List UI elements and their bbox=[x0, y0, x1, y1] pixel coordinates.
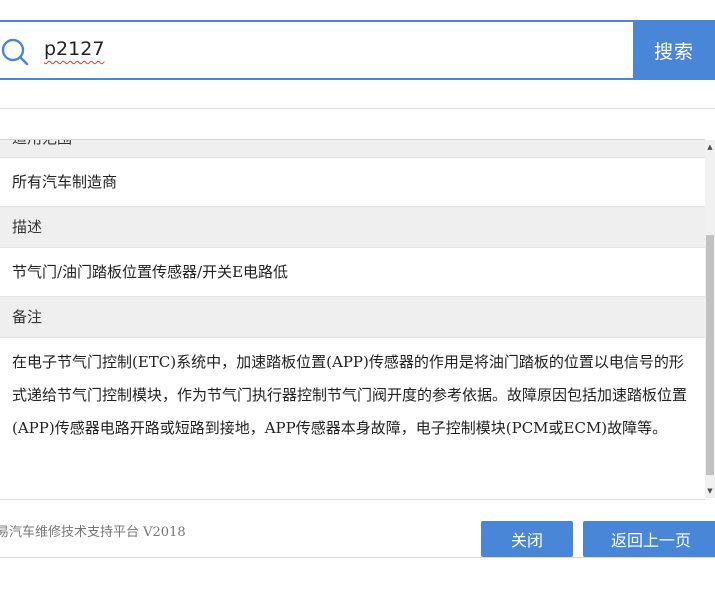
scope-value: 所有汽车制造商 bbox=[0, 158, 705, 206]
close-button[interactable]: 关闭 bbox=[481, 521, 573, 557]
platform-version-text: 易汽车维修技术支持平台 V2018 bbox=[0, 525, 186, 540]
description-value: 节气门/油门踏板位置传感器/开关E电路低 bbox=[0, 248, 705, 296]
description-heading: 描述 bbox=[0, 206, 705, 248]
back-button[interactable]: 返回上一页 bbox=[583, 521, 715, 557]
remarks-heading: 备注 bbox=[0, 296, 705, 338]
divider bbox=[0, 108, 715, 109]
search-bar: p2127 搜索 bbox=[0, 20, 715, 80]
scroll-down-arrow-icon[interactable]: ▼ bbox=[705, 486, 715, 496]
search-input[interactable]: p2127 bbox=[44, 38, 104, 60]
remarks-value: 在电子节气门控制(ETC)系统中，加速踏板位置(APP)传感器的作用是将油门踏板… bbox=[0, 338, 705, 457]
divider bbox=[0, 557, 715, 558]
scroll-thumb[interactable] bbox=[706, 235, 714, 475]
search-button[interactable]: 搜索 bbox=[633, 20, 715, 80]
detail-panel[interactable]: 适用范围 所有汽车制造商 描述 节气门/油门踏板位置传感器/开关E电路低 备注 … bbox=[0, 140, 705, 498]
search-icon bbox=[1, 38, 29, 66]
divider bbox=[0, 499, 705, 500]
scroll-up-arrow-icon[interactable]: ▲ bbox=[705, 142, 715, 152]
scope-heading: 适用范围 bbox=[0, 140, 705, 158]
scrollbar[interactable]: ▲ ▼ bbox=[705, 140, 715, 498]
